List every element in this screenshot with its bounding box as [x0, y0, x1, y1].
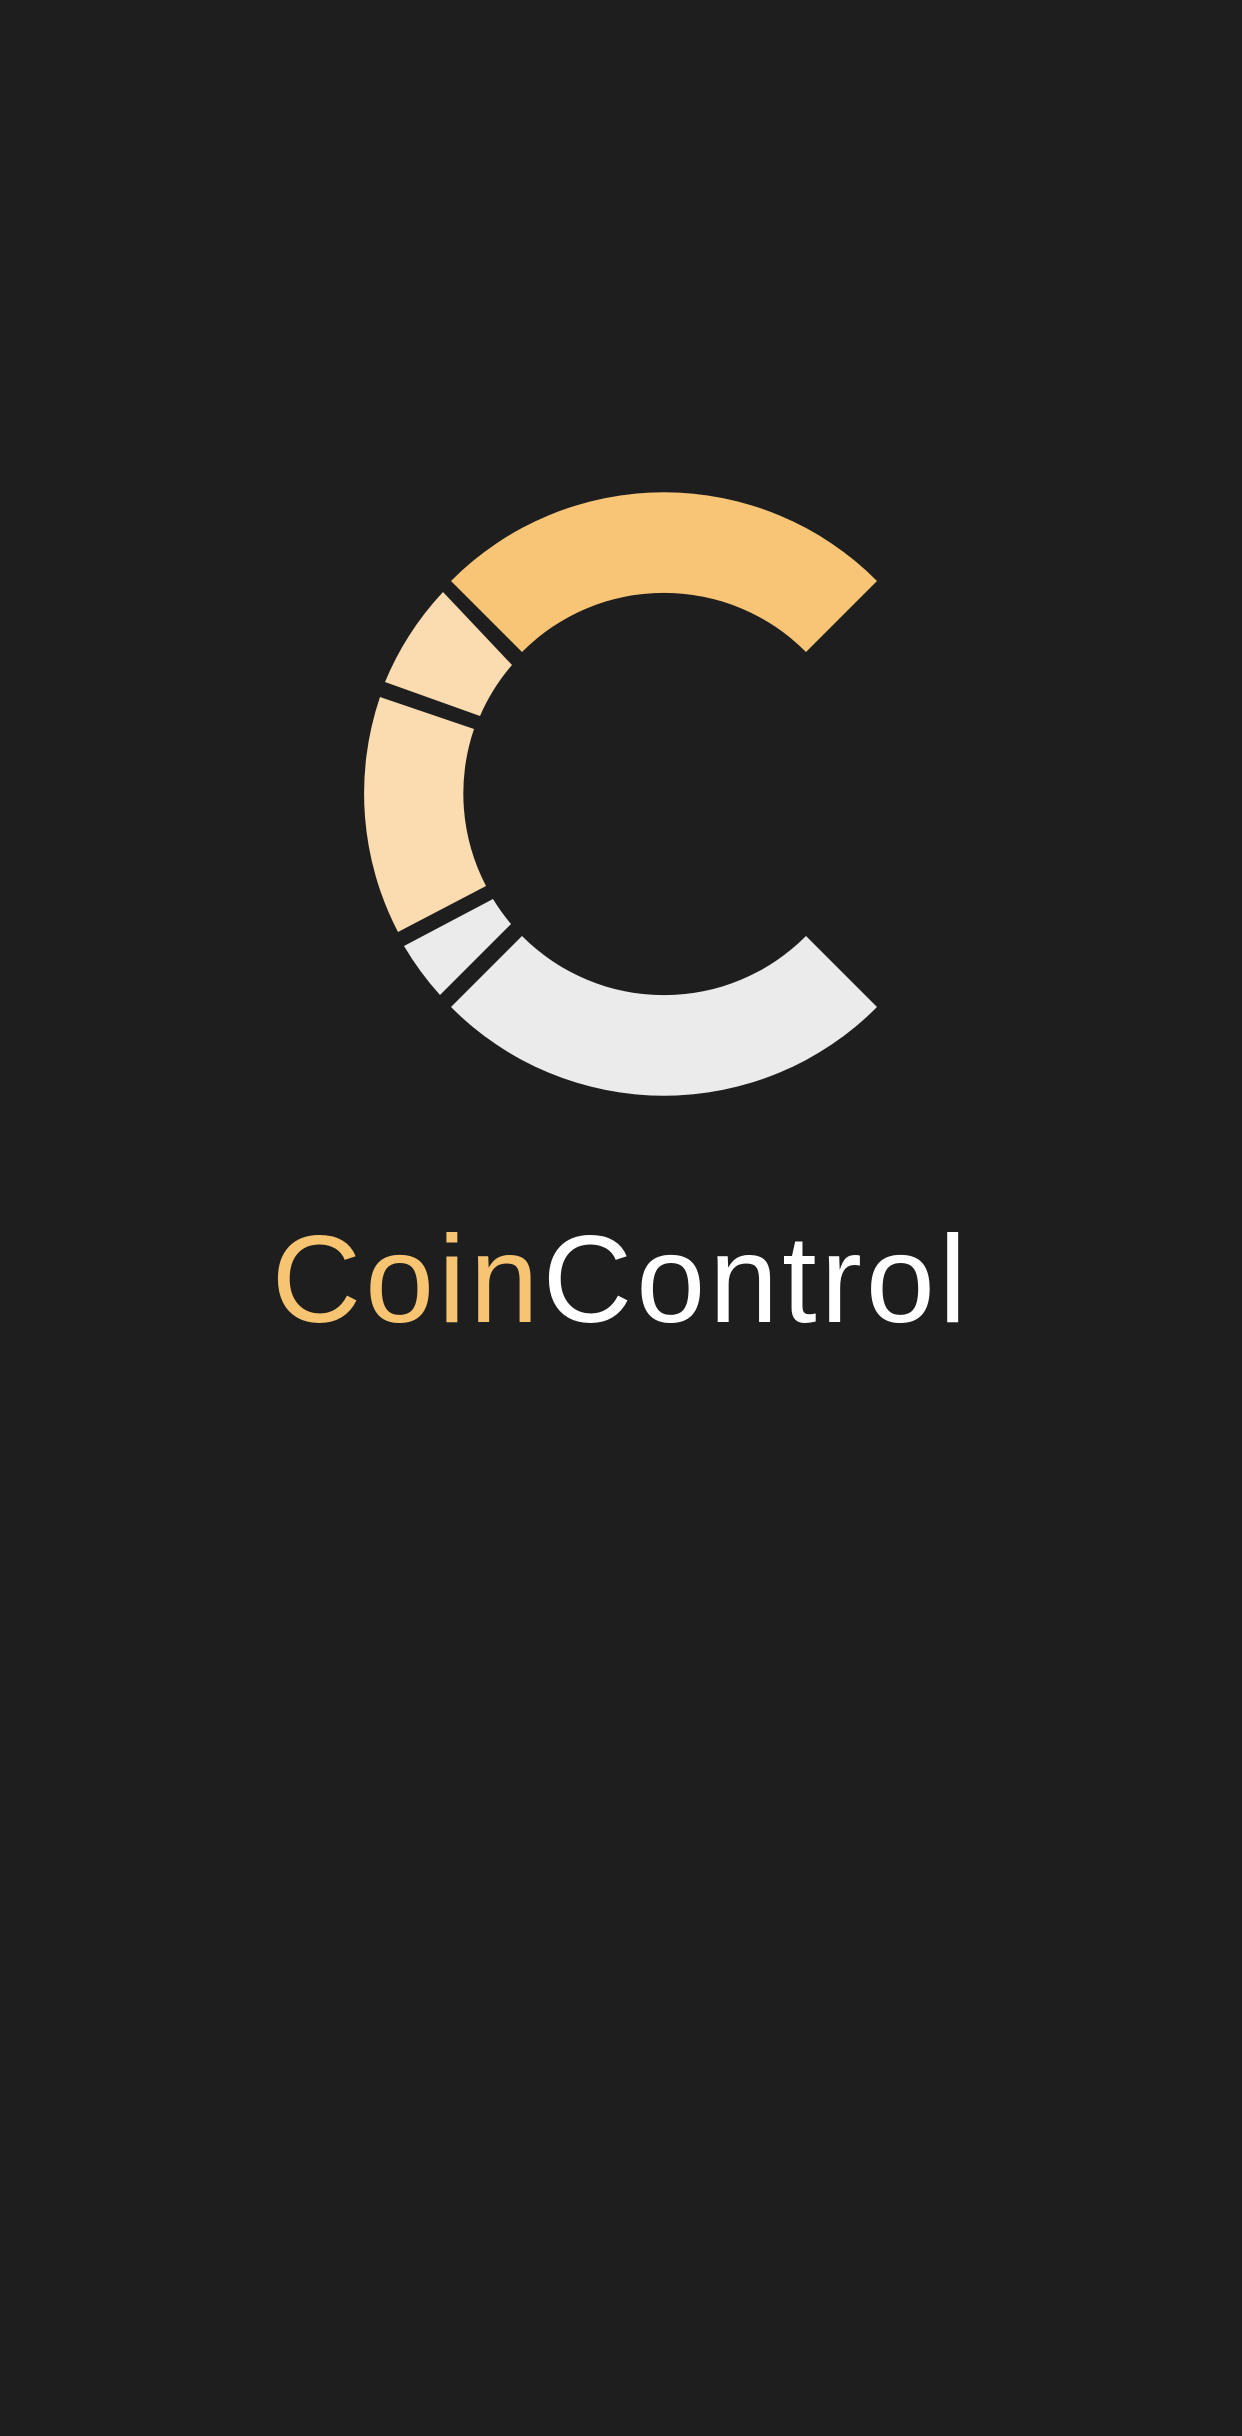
app-name-part-control: Control: [542, 1211, 971, 1349]
logo-segment-left: [364, 697, 486, 932]
logo-segment-top: [451, 492, 877, 652]
app-name-part-coin: Coin: [271, 1211, 543, 1349]
logo-segment-bottom: [451, 936, 877, 1096]
splash-screen: CoinControl: [0, 0, 1242, 2436]
app-name-wordmark: CoinControl: [0, 1205, 1242, 1355]
coincontrol-logo-icon: [364, 492, 877, 1096]
